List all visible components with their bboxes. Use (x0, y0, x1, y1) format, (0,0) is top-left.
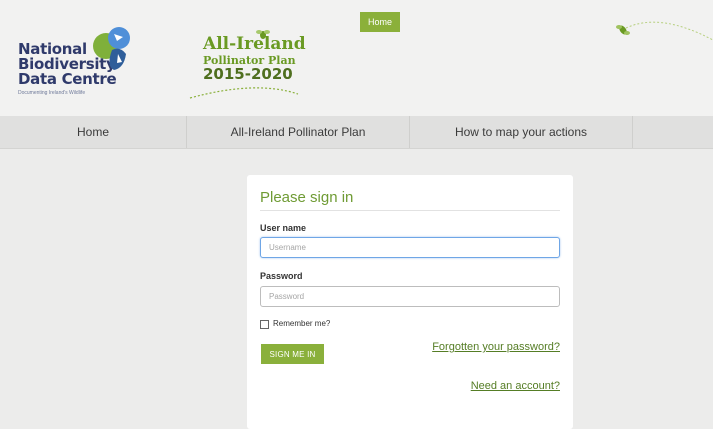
password-label: Password (260, 271, 303, 281)
site-header: National Biodiversity Data Centre Docume… (0, 0, 713, 116)
nbdc-logo-line-3: Data Centre (18, 70, 117, 88)
nav-item-pollinator-plan[interactable]: All-Ireland Pollinator Plan (187, 116, 410, 148)
main-nav: Home All-Ireland Pollinator Plan How to … (0, 116, 713, 149)
login-card: Please sign in User name Password Rememb… (247, 175, 573, 429)
home-tab-button[interactable]: Home (360, 12, 400, 32)
pollinator-plan-logo[interactable]: All-Ireland Pollinator Plan 2015-2020 (186, 24, 306, 104)
need-account-link[interactable]: Need an account? (471, 380, 560, 392)
username-label: User name (260, 223, 307, 233)
forgot-password-link[interactable]: Forgotten your password? (432, 341, 560, 353)
username-input[interactable] (260, 237, 560, 258)
nav-item-home[interactable]: Home (0, 116, 187, 148)
remember-me-checkbox[interactable] (260, 320, 269, 329)
sign-in-button[interactable]: SIGN ME IN (261, 344, 324, 364)
password-input[interactable] (260, 286, 560, 307)
plan-logo-title: All-Ireland (203, 34, 306, 54)
nbdc-tagline: Documenting Ireland's Wildlife (18, 90, 86, 96)
nav-item-map-actions[interactable]: How to map your actions (410, 116, 633, 148)
nbdc-logo[interactable]: National Biodiversity Data Centre Docume… (18, 26, 148, 98)
login-heading: Please sign in (260, 189, 560, 211)
nbdc-leaf-bird-logo-icon (93, 27, 130, 70)
plan-logo-years: 2015-2020 (203, 65, 293, 83)
bee-icon (616, 21, 713, 41)
remember-me-label[interactable]: Remember me? (273, 318, 330, 330)
